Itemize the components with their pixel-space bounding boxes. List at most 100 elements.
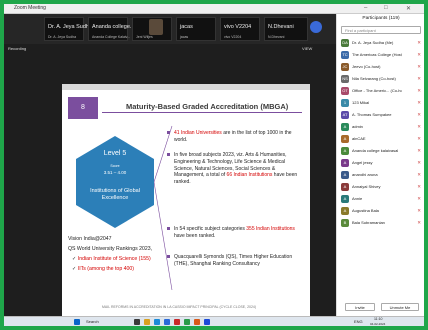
file-explorer-icon[interactable] <box>144 319 150 325</box>
unmute-me-button[interactable]: Unmute Me <box>381 303 419 311</box>
participant-row[interactable]: TC The Americas College (Host) ✕ <box>341 50 423 61</box>
vision-subtitle: QS World University Rankings 2023, <box>68 246 153 252</box>
edge-icon[interactable] <box>154 319 160 325</box>
participant-row[interactable]: A Ananda college kalaivasal ✕ <box>341 146 423 157</box>
participant-row[interactable]: A Angel jessy ✕ <box>341 158 423 169</box>
title-bar: Zoom Meeting – □ ✕ <box>4 4 424 14</box>
task-view-icon[interactable] <box>134 319 140 325</box>
app-icon[interactable] <box>184 319 190 325</box>
vision-title: Vision India@2047 <box>68 236 112 242</box>
language-indicator[interactable]: ENG <box>354 319 363 324</box>
maximize-button[interactable]: □ <box>384 5 388 11</box>
mic-muted-icon[interactable]: ✕ <box>417 160 421 166</box>
mic-muted-icon[interactable]: ✕ <box>417 172 421 178</box>
participant-row[interactable]: JC Jeevo (Co-host) ✕ <box>341 62 423 73</box>
mic-muted-icon[interactable]: ✕ <box>417 40 421 46</box>
panel-buttons: Invite Unmute Me <box>345 303 419 311</box>
invite-button[interactable]: Invite <box>345 303 375 311</box>
bullet-universities: 41 Indian Universities are in the list o… <box>167 130 304 144</box>
window-title: Zoom Meeting <box>14 5 46 11</box>
avatar-circle-icon[interactable] <box>310 21 322 33</box>
mic-muted-icon[interactable]: ✕ <box>417 184 421 190</box>
video-tile[interactable]: Jeni Wiljes <box>132 17 172 41</box>
mic-muted-icon[interactable]: ✕ <box>417 124 421 130</box>
heading-underline <box>102 112 302 113</box>
app-icon[interactable] <box>194 319 200 325</box>
slide-number-badge: 8 <box>68 97 98 119</box>
participant-video-thumbnail <box>149 19 163 35</box>
mic-muted-icon[interactable]: ✕ <box>417 88 421 94</box>
avatar: A <box>341 195 349 203</box>
mic-muted-icon[interactable]: ✕ <box>417 136 421 142</box>
video-tile[interactable]: Ananda college... Ananda College Kalaiv.… <box>88 17 135 41</box>
start-icon[interactable] <box>74 319 80 325</box>
mic-muted-icon[interactable]: ✕ <box>417 52 421 58</box>
vision-item: ✓ IITs (among the top 400) <box>72 266 135 272</box>
avatar: A <box>341 159 349 167</box>
clock-time[interactable]: 11:10 <box>374 317 383 321</box>
participant-row[interactable]: NS Nila Selvarang (Co-host) ✕ <box>341 74 423 85</box>
slide-footer: MAIL REFORMS IN ACCREDITATION IN LA CASS… <box>102 305 257 309</box>
slide-heading: Maturity-Based Graded Accreditation (MBG… <box>126 102 289 111</box>
participants-panel: Participants (119) Find a participant DA… <box>336 14 424 316</box>
vision-item: ✓ Indian Institute of Science (155) <box>72 256 151 262</box>
windows-taskbar: Search ENG 11:10 04-02-2024 <box>4 316 424 326</box>
avatar: A <box>341 207 349 215</box>
bullet-subjects: In five broad subjects 2023, viz. Arts &… <box>167 152 304 186</box>
word-icon[interactable] <box>204 319 210 325</box>
mic-muted-icon[interactable]: ✕ <box>417 148 421 154</box>
mic-muted-icon[interactable]: ✕ <box>417 196 421 202</box>
avatar: NS <box>341 75 349 83</box>
avatar: JC <box>341 63 349 71</box>
shared-slide: 8 Maturity-Based Graded Accreditation (M… <box>62 84 310 317</box>
mic-muted-icon[interactable]: ✕ <box>417 208 421 214</box>
participant-row[interactable]: A Augustina Bala ✕ <box>341 206 423 217</box>
close-button[interactable]: ✕ <box>406 5 411 12</box>
participant-row[interactable]: OT Office - The Americ... (Co-host) ✕ <box>341 86 423 97</box>
participant-row[interactable]: A anandhi aruna ✕ <box>341 170 423 181</box>
minimize-button[interactable]: – <box>364 5 367 11</box>
video-tile[interactable]: N.Dhevani N.Dhevani <box>264 17 308 41</box>
participant-row[interactable]: AT A. Thomas Sumpakee ✕ <box>341 110 423 121</box>
participant-video-strip: Dr. A. Jeya Sudha Dr. A. Jeya Sudha Anan… <box>4 14 336 44</box>
avatar: A <box>341 135 349 143</box>
bullet-categories: In 54 specific subject categories 355 In… <box>167 226 304 240</box>
participant-row[interactable]: DA Dr. A. Jeya Sudha (Me) ✕ <box>341 38 423 49</box>
video-tile[interactable]: jacas jacas <box>176 17 216 41</box>
meeting-area: Dr. A. Jeya Sudha Dr. A. Jeya Sudha Anan… <box>4 14 336 317</box>
view-button[interactable]: VIEW <box>302 46 312 51</box>
mic-muted-icon[interactable]: ✕ <box>417 64 421 70</box>
avatar: B <box>341 219 349 227</box>
participant-row[interactable]: A Annie ✕ <box>341 194 423 205</box>
zoom-icon[interactable] <box>164 319 170 325</box>
mic-muted-icon[interactable]: ✕ <box>417 112 421 118</box>
mic-muted-icon[interactable]: ✕ <box>417 220 421 226</box>
avatar: A <box>341 147 349 155</box>
zoom-window: Zoom Meeting – □ ✕ Dr. A. Jeya Sudha Dr.… <box>4 4 424 326</box>
avatar: A <box>341 183 349 191</box>
participant-row[interactable]: A Annaiyal Shivey ✕ <box>341 182 423 193</box>
video-tile[interactable]: Dr. A. Jeya Sudha Dr. A. Jeya Sudha <box>44 17 92 41</box>
taskbar-search[interactable]: Search <box>86 319 99 324</box>
participant-row[interactable]: B Bala Subramanian ✕ <box>341 218 423 229</box>
participants-header: Participants (119) <box>362 16 400 21</box>
recording-indicator[interactable]: Recording <box>8 46 26 51</box>
participant-search-input[interactable]: Find a participant <box>341 26 421 34</box>
avatar: A <box>341 171 349 179</box>
participant-row[interactable]: A admin ✕ <box>341 122 423 133</box>
level-hexagon: Level 5 Score 3.51 – 4.00 Institutions o… <box>76 136 154 228</box>
avatar: AT <box>341 111 349 119</box>
mic-muted-icon[interactable]: ✕ <box>417 76 421 82</box>
slide-top-band <box>62 84 310 90</box>
video-tile[interactable]: vivo V2204 vivo V2204 <box>220 17 260 41</box>
participant-row[interactable]: A alnCAE ✕ <box>341 134 423 145</box>
avatar: OT <box>341 87 349 95</box>
clock-date[interactable]: 04-02-2024 <box>370 322 385 326</box>
participant-row[interactable]: 1 123 Mikal ✕ <box>341 98 423 109</box>
mic-muted-icon[interactable]: ✕ <box>417 100 421 106</box>
avatar: DA <box>341 39 349 47</box>
avatar: 1 <box>341 99 349 107</box>
app-icon[interactable] <box>174 319 180 325</box>
avatar: TC <box>341 51 349 59</box>
bullet-ranking-agencies: Quacquarelli Symonds (QS), Times Higher … <box>167 254 304 268</box>
